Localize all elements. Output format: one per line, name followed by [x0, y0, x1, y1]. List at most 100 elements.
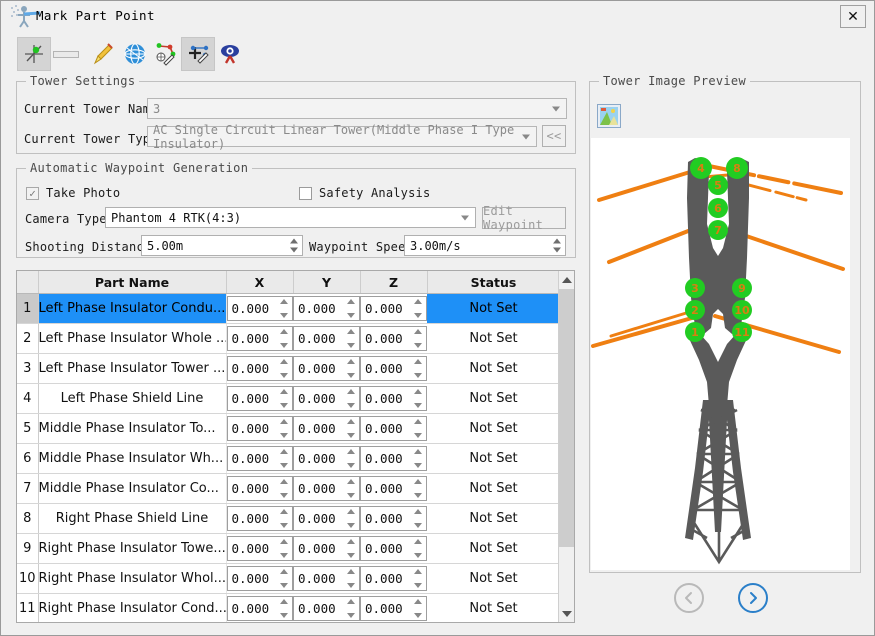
- y-cell[interactable]: 0.000: [293, 413, 360, 444]
- z-cell[interactable]: 0.000: [360, 593, 427, 622]
- part-name-cell[interactable]: Right Phase Insulator Whol...: [38, 563, 227, 594]
- x-stepper[interactable]: [279, 359, 289, 378]
- table-row[interactable]: 6 Middle Phase Insulator Wh... 0.000 0.000 0…: [17, 443, 560, 474]
- brush-icon[interactable]: [85, 37, 119, 71]
- add-waypoint-icon[interactable]: [181, 37, 215, 71]
- y-input[interactable]: 0.000: [293, 596, 360, 621]
- x-input[interactable]: 0.000: [226, 296, 293, 321]
- z-stepper[interactable]: [413, 299, 423, 318]
- z-cell[interactable]: 0.000: [360, 293, 427, 324]
- y-stepper[interactable]: [346, 299, 356, 318]
- z-input[interactable]: 0.000: [360, 506, 427, 531]
- z-input[interactable]: 0.000: [360, 536, 427, 561]
- y-input[interactable]: 0.000: [293, 356, 360, 381]
- x-cell[interactable]: 0.000: [226, 533, 293, 564]
- x-input[interactable]: 0.000: [226, 326, 293, 351]
- z-cell[interactable]: 0.000: [360, 383, 427, 414]
- x-stepper[interactable]: [279, 299, 289, 318]
- x-stepper[interactable]: [279, 539, 289, 558]
- x-input[interactable]: 0.000: [226, 416, 293, 441]
- y-cell[interactable]: 0.000: [293, 563, 360, 594]
- table-row[interactable]: 11 Right Phase Insulator Cond... 0.000 0.00…: [17, 593, 560, 622]
- y-input[interactable]: 0.000: [293, 416, 360, 441]
- safety-analysis-checkbox[interactable]: Safety Analysis: [299, 186, 430, 200]
- y-cell[interactable]: 0.000: [293, 353, 360, 384]
- table-row[interactable]: 2 Left Phase Insulator Whole ... 0.000 0.00…: [17, 323, 560, 354]
- col-header-status[interactable]: Status: [427, 271, 561, 294]
- x-cell[interactable]: 0.000: [226, 413, 293, 444]
- x-cell[interactable]: 0.000: [226, 563, 293, 594]
- z-stepper[interactable]: [413, 539, 423, 558]
- y-input[interactable]: 0.000: [293, 566, 360, 591]
- scrollbar-thumb[interactable]: [559, 289, 574, 547]
- y-cell[interactable]: 0.000: [293, 383, 360, 414]
- z-cell[interactable]: 0.000: [360, 413, 427, 444]
- col-header-x[interactable]: X: [226, 271, 294, 294]
- y-input[interactable]: 0.000: [293, 326, 360, 351]
- table-row[interactable]: 4 Left Phase Shield Line 0.000 0.000 0.000 No…: [17, 383, 560, 414]
- y-cell[interactable]: 0.000: [293, 503, 360, 534]
- close-button[interactable]: ✕: [840, 5, 866, 28]
- y-cell[interactable]: 0.000: [293, 533, 360, 564]
- z-stepper[interactable]: [413, 599, 423, 618]
- x-stepper[interactable]: [279, 599, 289, 618]
- y-stepper[interactable]: [346, 419, 356, 438]
- z-input[interactable]: 0.000: [360, 596, 427, 621]
- part-name-cell[interactable]: Middle Phase Insulator Wh...: [38, 443, 227, 474]
- z-cell[interactable]: 0.000: [360, 503, 427, 534]
- picture-icon[interactable]: [597, 104, 621, 128]
- x-input[interactable]: 0.000: [226, 596, 293, 621]
- z-stepper[interactable]: [413, 449, 423, 468]
- y-input[interactable]: 0.000: [293, 296, 360, 321]
- x-cell[interactable]: 0.000: [226, 593, 293, 622]
- scroll-up-icon[interactable]: [559, 271, 574, 288]
- x-input[interactable]: 0.000: [226, 566, 293, 591]
- z-input[interactable]: 0.000: [360, 326, 427, 351]
- y-stepper[interactable]: [346, 509, 356, 528]
- y-cell[interactable]: 0.000: [293, 443, 360, 474]
- x-cell[interactable]: 0.000: [226, 293, 293, 324]
- part-name-cell[interactable]: Left Phase Insulator Condu...: [38, 293, 227, 324]
- z-cell[interactable]: 0.000: [360, 473, 427, 504]
- y-stepper[interactable]: [346, 329, 356, 348]
- previous-part-button[interactable]: [674, 583, 704, 613]
- y-input[interactable]: 0.000: [293, 536, 360, 561]
- shooting-distance-input[interactable]: 5.00m: [141, 235, 303, 256]
- x-cell[interactable]: 0.000: [226, 443, 293, 474]
- y-cell[interactable]: 0.000: [293, 473, 360, 504]
- x-stepper[interactable]: [279, 479, 289, 498]
- eye-inspect-icon[interactable]: [213, 37, 247, 71]
- col-header-part-name[interactable]: Part Name: [38, 271, 227, 294]
- y-stepper[interactable]: [346, 359, 356, 378]
- x-input[interactable]: 0.000: [226, 356, 293, 381]
- x-input[interactable]: 0.000: [226, 446, 293, 471]
- z-input[interactable]: 0.000: [360, 566, 427, 591]
- y-stepper[interactable]: [346, 389, 356, 408]
- waypoint-speed-stepper[interactable]: [551, 237, 562, 254]
- z-cell[interactable]: 0.000: [360, 533, 427, 564]
- part-name-cell[interactable]: Right Phase Insulator Towe...: [38, 533, 227, 564]
- scroll-down-icon[interactable]: [559, 605, 574, 622]
- mark-point-icon[interactable]: [17, 37, 51, 71]
- take-photo-checkbox[interactable]: ✓ Take Photo: [26, 186, 120, 200]
- part-name-cell[interactable]: Left Phase Insulator Tower ...: [38, 353, 227, 384]
- globe-icon[interactable]: [118, 37, 152, 71]
- current-tower-type-combo[interactable]: AC Single Circuit Linear Tower(Middle Ph…: [147, 123, 537, 151]
- table-row[interactable]: 1 Left Phase Insulator Condu... 0.000 0.000…: [17, 293, 560, 324]
- table-row[interactable]: 7 Middle Phase Insulator Co... 0.000 0.000 0…: [17, 473, 560, 504]
- x-cell[interactable]: 0.000: [226, 383, 293, 414]
- y-input[interactable]: 0.000: [293, 446, 360, 471]
- z-cell[interactable]: 0.000: [360, 323, 427, 354]
- y-cell[interactable]: 0.000: [293, 323, 360, 354]
- y-stepper[interactable]: [346, 599, 356, 618]
- table-row[interactable]: 8 Right Phase Shield Line 0.000 0.000 0.000 N…: [17, 503, 560, 534]
- tower-preview-image[interactable]: 1 2 3 4 5 6 7 8 9 10 11: [591, 138, 850, 570]
- y-input[interactable]: 0.000: [293, 476, 360, 501]
- z-input[interactable]: 0.000: [360, 476, 427, 501]
- table-scrollbar[interactable]: [558, 271, 574, 622]
- part-name-cell[interactable]: Left Phase Shield Line: [38, 383, 227, 414]
- waypoint-speed-input[interactable]: 3.00m/s: [404, 235, 566, 256]
- part-name-cell[interactable]: Right Phase Insulator Cond...: [38, 593, 227, 622]
- z-stepper[interactable]: [413, 509, 423, 528]
- x-cell[interactable]: 0.000: [226, 473, 293, 504]
